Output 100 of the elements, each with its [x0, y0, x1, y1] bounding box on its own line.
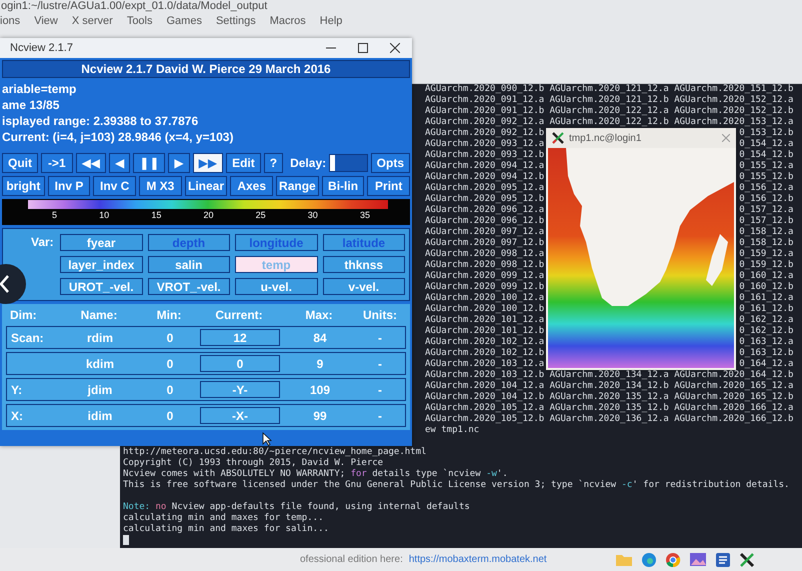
menu-item[interactable]: Macros — [270, 15, 306, 27]
variable-button[interactable]: v-vel. — [322, 278, 405, 295]
terminal-line: calculating min and maxes for salin... — [123, 524, 329, 534]
max-value: 9 — [316, 356, 324, 370]
menu-item[interactable]: Games — [166, 15, 202, 27]
website-link[interactable]: https://mobaxterm.mobatek.net — [408, 554, 547, 565]
menu-item[interactable]: ions — [0, 15, 20, 27]
dim-name: kdim — [86, 356, 114, 370]
terminal-line: ew tmp1.nc — [425, 425, 480, 435]
dim-label: X: — [11, 408, 23, 422]
tick-label: 35 — [360, 209, 370, 222]
file-name: AGUarchm.2020_136_12.a — [550, 414, 669, 424]
toolbar-button[interactable]: Quit — [2, 153, 38, 173]
file-name: AGUarchm.2020_153_12.a — [674, 117, 794, 127]
option-button[interactable]: Print — [367, 176, 410, 196]
variable-button[interactable]: layer_index — [60, 256, 142, 273]
toolbar-button[interactable]: ❚❚ — [133, 153, 166, 173]
option-button[interactable]: Inv P — [48, 176, 90, 196]
delay-slider[interactable] — [329, 154, 368, 172]
x-logo-icon[interactable] — [738, 552, 755, 568]
menu-item[interactable]: Tools — [126, 15, 152, 27]
file-name: AGUarchm.2020_134_12.b — [550, 381, 669, 391]
option-button[interactable]: M X3 — [139, 176, 182, 196]
min-value: 0 — [166, 330, 174, 344]
file-name: AGUarchm.2020_091_12.b — [425, 106, 544, 116]
browser-icon[interactable] — [664, 552, 681, 568]
option-button[interactable]: bright — [2, 176, 45, 196]
menu-item[interactable]: X server — [72, 15, 113, 27]
current-value-button[interactable]: -Y- — [200, 381, 280, 398]
file-name: AGUarchm.2020_103_12.b — [425, 370, 544, 380]
toolbar-button[interactable]: ? — [264, 153, 284, 173]
variable-button[interactable]: thknss — [322, 256, 405, 273]
terminal-line: This is free software licensed under the Gnu General Public License version 3; type `ncview -c' for redistribution details. — [123, 480, 790, 490]
toolbar-button[interactable]: ▶▶ — [192, 153, 224, 173]
tick-label: 30 — [308, 209, 318, 222]
file-name: AGUarchm.2020_152_12.a — [674, 95, 794, 105]
menu-item[interactable]: View — [34, 15, 58, 27]
tick-label: 25 — [256, 209, 266, 222]
variable-button[interactable]: fyear — [60, 234, 142, 251]
image-icon[interactable] — [688, 552, 707, 567]
document-icon[interactable] — [714, 552, 731, 568]
file-name: 0_155_12.a — [739, 161, 794, 171]
dim-label: Y: — [11, 382, 22, 396]
file-name: 0_154_12.b — [739, 150, 794, 160]
terminal-line: Note: no Ncview app-defaults file found, using internal defaults — [123, 502, 470, 512]
file-name: AGUarchm.2020_151_12.b — [674, 84, 794, 94]
option-button[interactable]: Inv C — [93, 176, 136, 196]
file-name: AGUarchm.2020_102_12.a — [425, 337, 544, 347]
close-icon — [722, 134, 730, 142]
dim-label: Scan: — [11, 330, 44, 344]
dim-name: idim — [88, 408, 112, 422]
tick-label: 15 — [151, 209, 162, 222]
toolbar-button[interactable]: Edit — [226, 153, 261, 173]
toolbar-button[interactable]: Opts — [370, 153, 410, 173]
current-value-button[interactable]: -X- — [200, 407, 280, 424]
toolbar-button[interactable]: ◀◀ — [76, 153, 106, 173]
file-name: 0_154_12.a — [739, 139, 794, 149]
file-name: 0_163_12.a — [739, 337, 794, 347]
file-name: AGUarchm.2020_166_12.a — [674, 403, 794, 413]
option-button[interactable]: Range — [276, 176, 319, 196]
file-name: 0_157_12.b — [739, 216, 794, 226]
file-name: AGUarchm.2020_121_12.a — [550, 84, 669, 94]
file-name: AGUarchm.2020_121_12.b — [550, 95, 669, 105]
file-name: 0_160_12.a — [739, 271, 794, 281]
file-name: AGUarchm.2020_122_12.b — [550, 117, 669, 127]
min-value: 0 — [166, 356, 174, 370]
variable-button[interactable]: UROT_-vel. — [60, 278, 142, 295]
variable-button[interactable]: VROT_-vel. — [148, 278, 230, 295]
option-button[interactable]: Axes — [230, 176, 274, 196]
file-name: AGUarchm.2020_102_12.b — [425, 348, 544, 358]
min-value: 0 — [166, 408, 174, 422]
file-name: 0_156_12.a — [739, 183, 794, 193]
current-value-button[interactable]: 0 — [200, 355, 280, 372]
file-name: AGUarchm.2020_101_12.b — [425, 326, 544, 336]
file-name: AGUarchm.2020_091_12.a — [425, 95, 544, 105]
file-name: AGUarchm.2020_135_12.a — [550, 392, 669, 402]
file-name: 0_159_12.a — [739, 249, 794, 259]
file-name: AGUarchm.2020_094_12.b — [425, 172, 544, 182]
option-button[interactable]: Linear — [184, 176, 228, 196]
option-button[interactable]: Bi-lin — [322, 176, 364, 196]
toolbar-button[interactable]: ◀ — [109, 153, 130, 173]
file-name: 0_159_12.b — [739, 260, 794, 270]
menu-item[interactable]: Help — [320, 15, 342, 27]
back-button[interactable] — [0, 262, 26, 306]
menu-item[interactable]: Settings — [216, 15, 256, 27]
file-name: AGUarchm.2020_097_12.a — [425, 227, 544, 237]
file-name: AGUarchm.2020_093_12.a — [425, 139, 544, 149]
browser-icon[interactable] — [640, 552, 657, 568]
info-text: Current: (i=4, j=103) 28.9846 (x=4, y=103) — [2, 129, 234, 145]
current-value-button[interactable]: 12 — [200, 329, 280, 346]
file-name: AGUarchm.2020_092_12.b — [425, 128, 544, 138]
variable-button[interactable]: u-vel. — [235, 278, 318, 295]
toolbar-button[interactable]: ->1 — [41, 153, 73, 173]
toolbar-button[interactable]: ▶ — [168, 153, 190, 173]
column-header: Max: — [304, 308, 334, 322]
units-value: - — [378, 408, 382, 422]
file-name: AGUarchm.2020_134_12.a — [550, 370, 669, 380]
variable-button[interactable]: salin — [148, 256, 230, 273]
file-name: 0_155_12.b — [739, 172, 794, 182]
file-name: AGUarchm.2020_095_12.b — [425, 194, 544, 204]
